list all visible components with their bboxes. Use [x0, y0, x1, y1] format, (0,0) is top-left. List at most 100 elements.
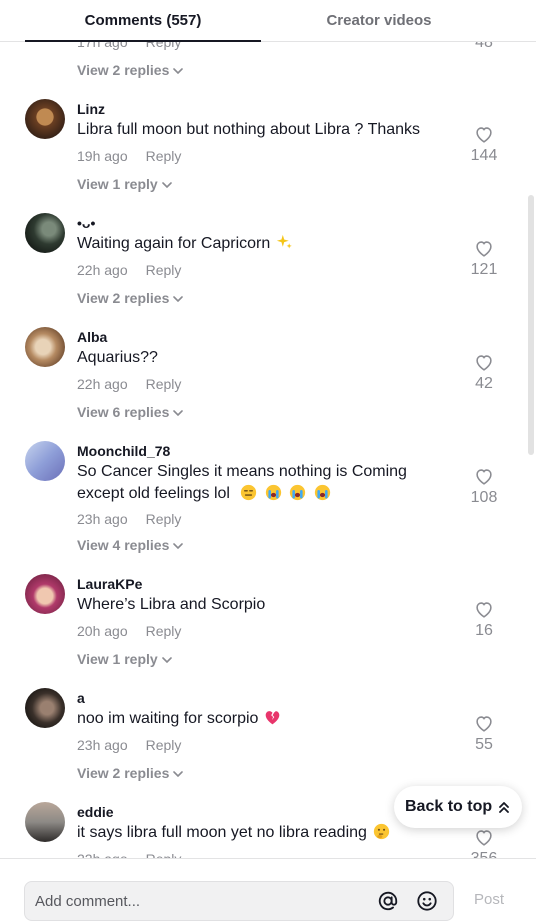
view-replies-label: View 1 reply [77, 176, 158, 192]
view-replies-button[interactable]: View 6 replies [77, 404, 184, 420]
comment-text: noo im waiting for scorpio [77, 708, 457, 730]
avatar[interactable] [25, 213, 65, 253]
avatar[interactable] [25, 574, 65, 614]
comment-username[interactable]: eddie [77, 804, 114, 820]
tab-bar: Comments (557) Creator videos [0, 0, 536, 42]
comment-text: So Cancer Singles it means nothing is Co… [77, 461, 457, 505]
avatar[interactable] [25, 688, 65, 728]
comment-text-content: noo im waiting for scorpio [77, 710, 259, 727]
view-replies-button[interactable]: View 2 replies [77, 765, 184, 781]
comment-text-line: So Cancer Singles it means nothing is Co… [77, 463, 407, 480]
comment-text: Where’s Libra and Scorpio [77, 596, 266, 613]
comment-time: 19h ago [77, 148, 128, 164]
scrollbar[interactable] [528, 195, 534, 455]
comment-input-container[interactable] [24, 881, 454, 921]
comment-username[interactable]: Moonchild_78 [77, 443, 170, 459]
sparkles-emoji-icon [277, 234, 293, 249]
back-to-top-button[interactable]: Back to top [394, 786, 522, 828]
comment-text-line: except old feelings lol [77, 483, 457, 505]
like-count: 42 [475, 375, 493, 392]
comment-input[interactable] [35, 882, 365, 920]
like-control: 55 [464, 712, 504, 754]
double-chevron-up-icon [499, 802, 509, 813]
chevron-down-icon [173, 68, 184, 74]
comment-text-content: Waiting again for Capricorn [77, 235, 271, 252]
at-mention-icon[interactable] [377, 890, 399, 912]
reply-button[interactable]: Reply [146, 511, 182, 527]
loudly-crying-emoji-icon [265, 484, 282, 501]
avatar[interactable] [25, 802, 65, 842]
avatar[interactable] [25, 99, 65, 139]
like-count: 55 [475, 736, 493, 753]
chevron-down-icon [161, 182, 172, 188]
comment-meta: 22h ago Reply [77, 262, 181, 278]
comment-list[interactable]: 17h ago Reply 48 View 2 replies Linz Libr… [0, 0, 536, 860]
reply-button[interactable]: Reply [146, 376, 182, 392]
thinking-face-emoji-icon [373, 823, 390, 840]
tab-comments[interactable]: Comments (557) [25, 0, 261, 42]
comment-meta: 23h ago Reply [77, 737, 181, 753]
view-replies-button[interactable]: View 2 replies [77, 290, 184, 306]
comment-meta: 23h ago Reply [77, 511, 181, 527]
emoji-icon[interactable] [416, 890, 438, 912]
heart-outline-icon[interactable] [473, 598, 495, 620]
view-replies-label: View 6 replies [77, 404, 170, 420]
comment-text-content: it says libra full moon yet no libra rea… [77, 824, 367, 841]
comment-text: Aquarius?? [77, 349, 158, 366]
chevron-down-icon [173, 296, 184, 302]
view-replies-label: View 2 replies [77, 765, 170, 781]
loudly-crying-emoji-icon [314, 484, 330, 501]
chevron-down-icon [173, 771, 184, 777]
heart-outline-icon[interactable] [473, 351, 495, 373]
view-replies-label: View 2 replies [77, 290, 170, 306]
comment-username[interactable]: •ᴗ• [77, 215, 95, 231]
expressionless-emoji-icon [241, 484, 257, 501]
reply-button[interactable]: Reply [146, 262, 182, 278]
view-replies-button[interactable]: View 1 reply [77, 651, 172, 667]
view-replies-label: View 2 replies [77, 62, 170, 78]
view-replies-label: View 4 replies [77, 537, 170, 553]
view-replies-label: View 1 reply [77, 651, 158, 667]
like-count: 108 [470, 489, 498, 506]
view-replies-button[interactable]: View 4 replies [77, 537, 184, 553]
comment-time: 22h ago [77, 376, 128, 392]
reply-button[interactable]: Reply [146, 737, 182, 753]
comment-meta: 19h ago Reply [77, 148, 181, 164]
comment-username[interactable]: Linz [77, 101, 105, 117]
like-control: 16 [464, 598, 504, 640]
chevron-down-icon [173, 410, 184, 416]
comment-username[interactable]: a [77, 690, 85, 706]
back-to-top-label: Back to top [405, 798, 493, 815]
view-replies-button[interactable]: View 2 replies [77, 62, 184, 78]
loudly-crying-emoji-icon [290, 484, 306, 501]
comment-text: Libra full moon but nothing about Libra … [77, 121, 421, 138]
like-control: 356 [464, 826, 504, 860]
tab-creator-videos[interactable]: Creator videos [261, 0, 497, 42]
reply-button[interactable]: Reply [146, 623, 182, 639]
like-count: 144 [470, 147, 498, 164]
heart-outline-icon[interactable] [473, 123, 495, 145]
like-count: 121 [470, 261, 498, 278]
comment-time: 22h ago [77, 262, 128, 278]
active-tab-indicator [25, 40, 261, 42]
comment-time: 23h ago [77, 511, 128, 527]
broken-heart-emoji-icon [266, 711, 280, 725]
like-control: 144 [464, 123, 504, 165]
heart-outline-icon[interactable] [473, 712, 495, 734]
heart-outline-icon[interactable] [473, 465, 495, 487]
like-control: 108 [464, 465, 504, 507]
comment-text-content: except old feelings lol [77, 485, 230, 502]
avatar[interactable] [25, 441, 65, 481]
heart-outline-icon[interactable] [473, 826, 495, 848]
reply-button[interactable]: Reply [146, 148, 182, 164]
comment-text: Waiting again for Capricorn [77, 233, 457, 255]
heart-outline-icon[interactable] [473, 237, 495, 259]
post-button[interactable]: Post [474, 891, 504, 908]
comment-username[interactable]: LauraKPe [77, 576, 142, 592]
comment-username[interactable]: Alba [77, 329, 107, 345]
avatar[interactable] [25, 327, 65, 367]
comment-text: it says libra full moon yet no libra rea… [77, 822, 457, 844]
view-replies-button[interactable]: View 1 reply [77, 176, 172, 192]
comment-composer: Post [0, 858, 536, 924]
comment-time: 23h ago [77, 737, 128, 753]
